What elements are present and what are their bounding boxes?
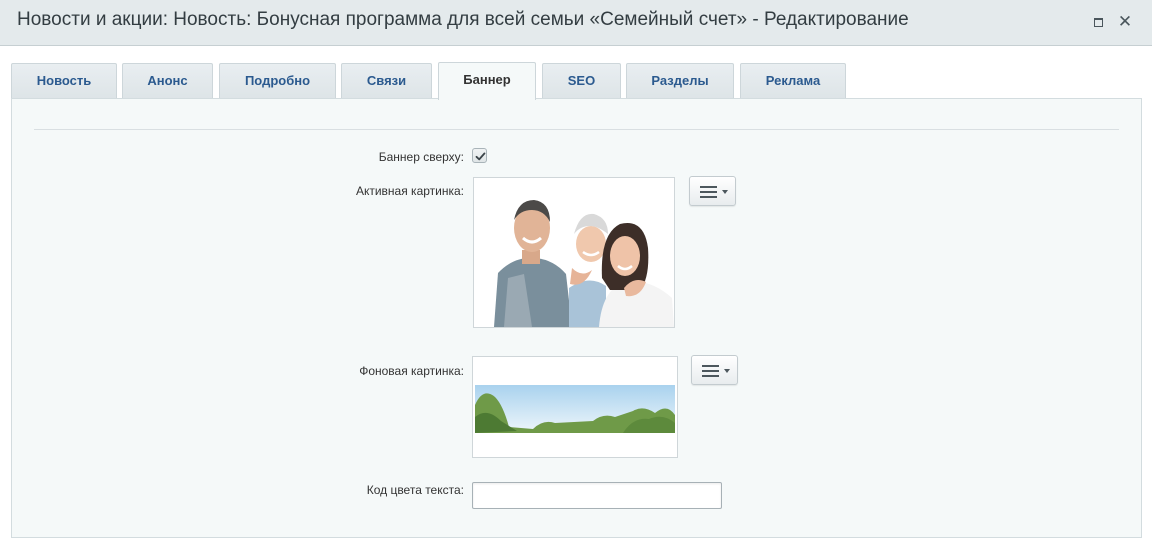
hamburger-menu-icon	[702, 365, 719, 380]
chevron-down-icon	[724, 369, 730, 373]
tab-banner[interactable]: Баннер	[438, 62, 536, 100]
active-image-preview	[473, 177, 675, 328]
text-color-label: Код цвета текста:	[366, 483, 464, 497]
window-title: Новости и акции: Новость: Бонусная прогр…	[17, 9, 909, 30]
banner-top-label: Баннер сверху:	[378, 150, 464, 164]
active-image-menu-button[interactable]	[689, 176, 736, 206]
chevron-down-icon	[722, 190, 728, 194]
text-color-input[interactable]	[472, 482, 722, 509]
tab-news[interactable]: Новость	[11, 63, 117, 99]
tab-links[interactable]: Связи	[341, 63, 432, 99]
tab-announce[interactable]: Анонс	[122, 63, 213, 99]
family-photo-image	[474, 178, 674, 327]
tab-bar: Новость Анонс Подробно Связи Баннер SEO …	[0, 62, 1152, 100]
banner-top-checkbox[interactable]	[472, 148, 487, 163]
close-icon[interactable]: ✕	[1117, 13, 1133, 31]
tab-sections[interactable]: Разделы	[626, 63, 734, 99]
tab-seo[interactable]: SEO	[542, 63, 621, 99]
checkmark-icon	[475, 152, 486, 161]
landscape-image	[473, 357, 677, 457]
tab-advertising[interactable]: Реклама	[740, 63, 846, 99]
background-image-label: Фоновая картинка:	[359, 364, 464, 378]
window-titlebar: Новости и акции: Новость: Бонусная прогр…	[0, 0, 1152, 46]
tab-details[interactable]: Подробно	[219, 63, 336, 99]
hamburger-menu-icon	[700, 186, 717, 201]
background-image-preview	[472, 356, 678, 458]
active-image-label: Активная картинка:	[355, 184, 464, 198]
maximize-icon[interactable]	[1090, 13, 1106, 31]
background-image-menu-button[interactable]	[691, 355, 738, 385]
section-divider	[34, 129, 1119, 130]
